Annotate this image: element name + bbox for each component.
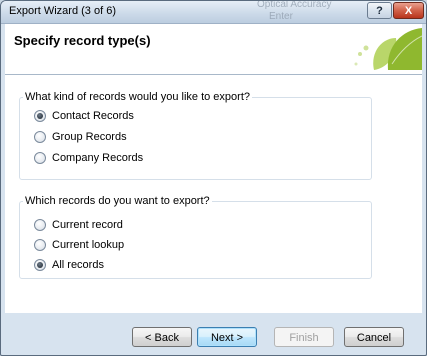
radio-label: Current lookup: [52, 239, 125, 251]
radio-label: Contact Records: [52, 110, 134, 122]
wizard-content: What kind of records would you like to e…: [5, 75, 422, 313]
radio-all-records[interactable]: All records: [34, 258, 104, 272]
close-button[interactable]: X: [393, 2, 424, 19]
radio-current-lookup[interactable]: Current lookup: [34, 238, 124, 252]
help-button[interactable]: ?: [367, 2, 392, 19]
wizard-header: Specify record type(s): [5, 24, 422, 75]
close-icon: X: [404, 5, 413, 17]
record-kind-group-label: What kind of records would you like to e…: [23, 91, 253, 103]
radio-button[interactable]: [34, 131, 46, 143]
background-ghost-text: Enter: [269, 11, 293, 22]
title-bar[interactable]: Optical Accuracy Enter Export Wizard (3 …: [1, 1, 426, 24]
radio-group-records[interactable]: Group Records: [34, 130, 127, 144]
which-records-group: Which records do you want to export? Cur…: [19, 195, 372, 279]
radio-button[interactable]: [34, 152, 46, 164]
radio-label: Company Records: [52, 152, 144, 164]
which-records-group-label: Which records do you want to export?: [23, 195, 212, 207]
background-ghost-text: Optical Accuracy: [257, 0, 332, 10]
page-title: Specify record type(s): [14, 33, 151, 48]
radio-button[interactable]: [34, 239, 46, 251]
record-kind-group: What kind of records would you like to e…: [19, 91, 372, 180]
radio-button-checked[interactable]: [34, 259, 46, 271]
help-icon: ?: [376, 5, 383, 17]
next-button[interactable]: Next >: [197, 327, 257, 347]
export-wizard-window: Optical Accuracy Enter Export Wizard (3 …: [0, 0, 427, 356]
leaf-logo-icon: [354, 28, 422, 70]
radio-button-checked[interactable]: [34, 110, 46, 122]
radio-current-record[interactable]: Current record: [34, 218, 123, 232]
finish-button[interactable]: Finish: [274, 327, 334, 347]
radio-label: All records: [52, 259, 104, 271]
radio-label: Current record: [52, 219, 123, 231]
cancel-button[interactable]: Cancel: [344, 327, 404, 347]
wizard-footer: < Back Next > Finish Cancel: [1, 313, 426, 355]
back-button[interactable]: < Back: [132, 327, 192, 347]
radio-button[interactable]: [34, 219, 46, 231]
radio-company-records[interactable]: Company Records: [34, 151, 143, 165]
window-title: Export Wizard (3 of 6): [9, 5, 116, 17]
radio-label: Group Records: [52, 131, 127, 143]
radio-contact-records[interactable]: Contact Records: [34, 109, 134, 123]
